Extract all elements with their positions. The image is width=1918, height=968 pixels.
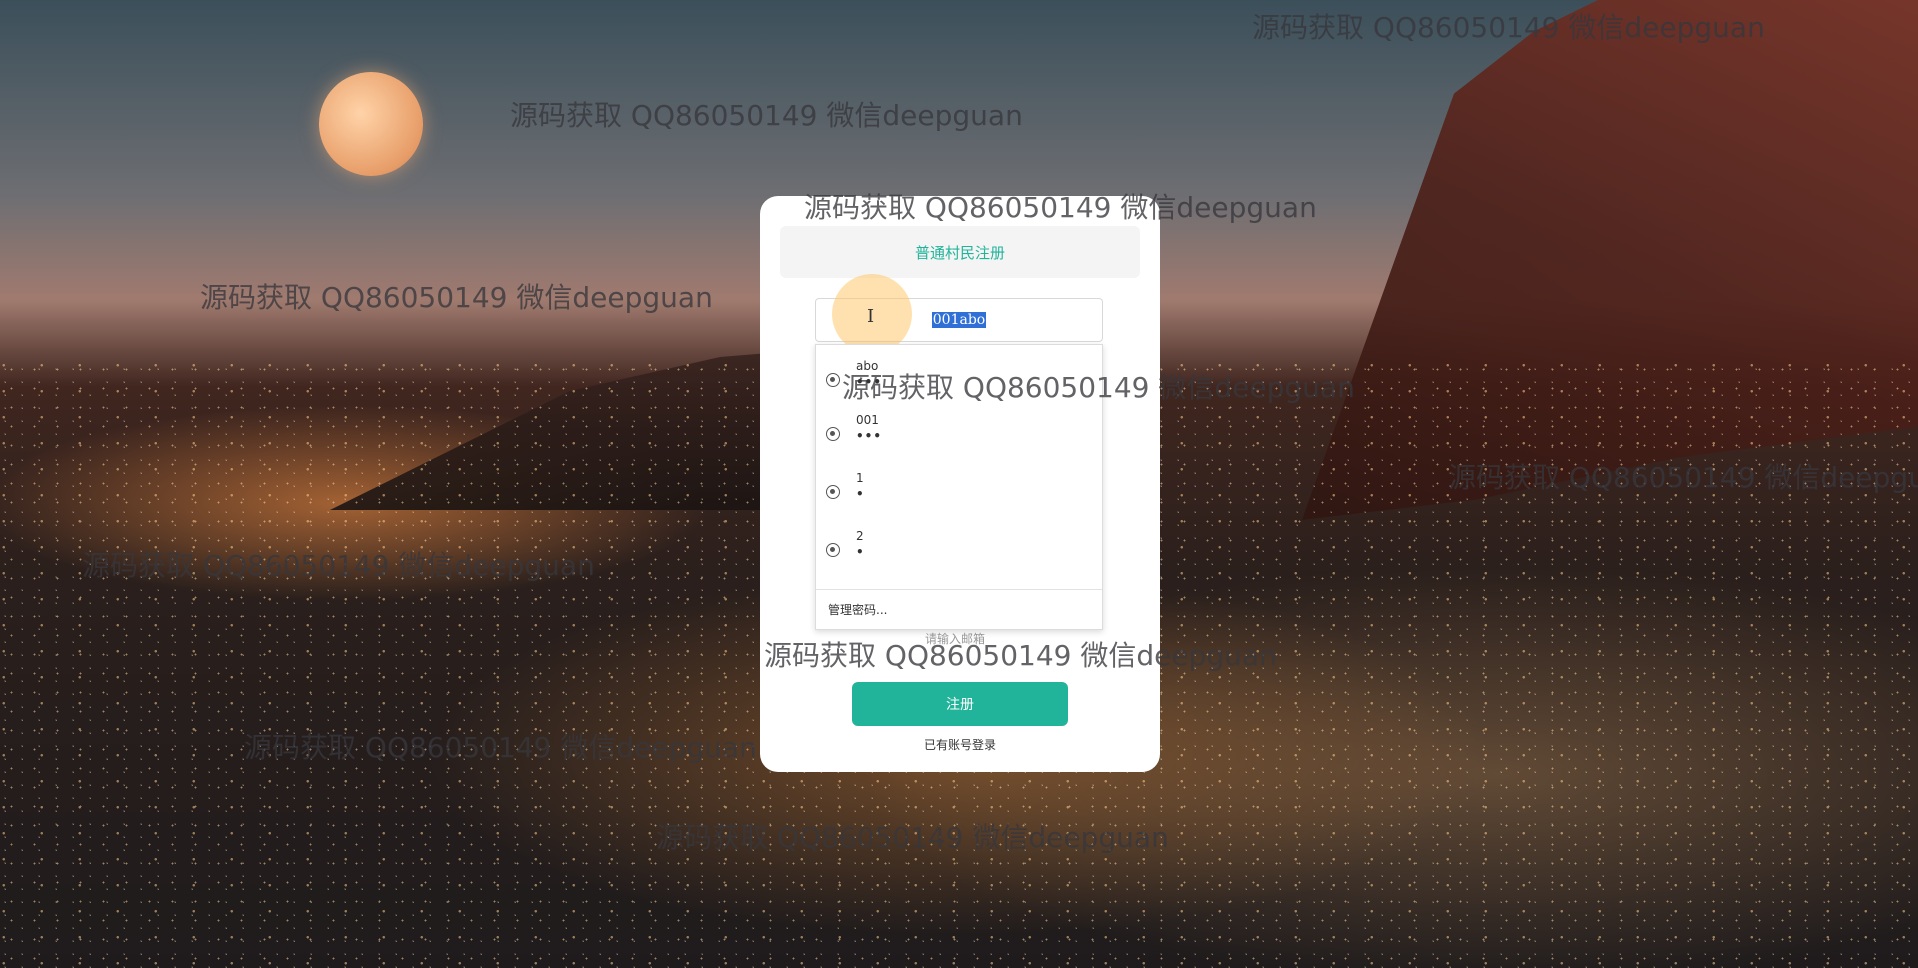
register-button[interactable]: 注册	[852, 682, 1068, 726]
autocomplete-username: 1	[856, 471, 864, 485]
autocomplete-password: •	[856, 487, 865, 501]
autocomplete-dropdown: abo ••• 001 ••• 1 • 2 • 管理密码...	[815, 344, 1103, 630]
autocomplete-username: 001	[856, 413, 879, 427]
autocomplete-username: 2	[856, 529, 864, 543]
email-placeholder: 请输入邮箱	[925, 632, 986, 646]
key-icon	[826, 543, 840, 557]
autocomplete-item[interactable]: 1 •	[816, 465, 1102, 519]
text-cursor-icon: I	[867, 306, 875, 327]
autocomplete-password: •••	[856, 429, 883, 443]
key-icon	[826, 427, 840, 441]
autocomplete-username: abo	[856, 359, 879, 373]
autocomplete-item[interactable]: 001 •••	[816, 407, 1102, 461]
dropdown-divider	[816, 589, 1102, 590]
username-input-value: 001abo	[931, 312, 987, 328]
manage-passwords-link[interactable]: 管理密码...	[828, 601, 887, 618]
moon-image	[319, 72, 423, 176]
autocomplete-password: •	[856, 545, 865, 559]
register-card: 普通村民注册 001abo I abo ••• 001 ••• 1 • 2 • …	[760, 196, 1160, 772]
autocomplete-password: •••	[856, 375, 883, 389]
autocomplete-item[interactable]: abo •••	[816, 353, 1102, 407]
autocomplete-item[interactable]: 2 •	[816, 523, 1102, 577]
login-link[interactable]: 已有账号登录	[760, 736, 1160, 753]
key-icon	[826, 373, 840, 387]
register-tab[interactable]: 普通村民注册	[780, 226, 1140, 278]
key-icon	[826, 485, 840, 499]
